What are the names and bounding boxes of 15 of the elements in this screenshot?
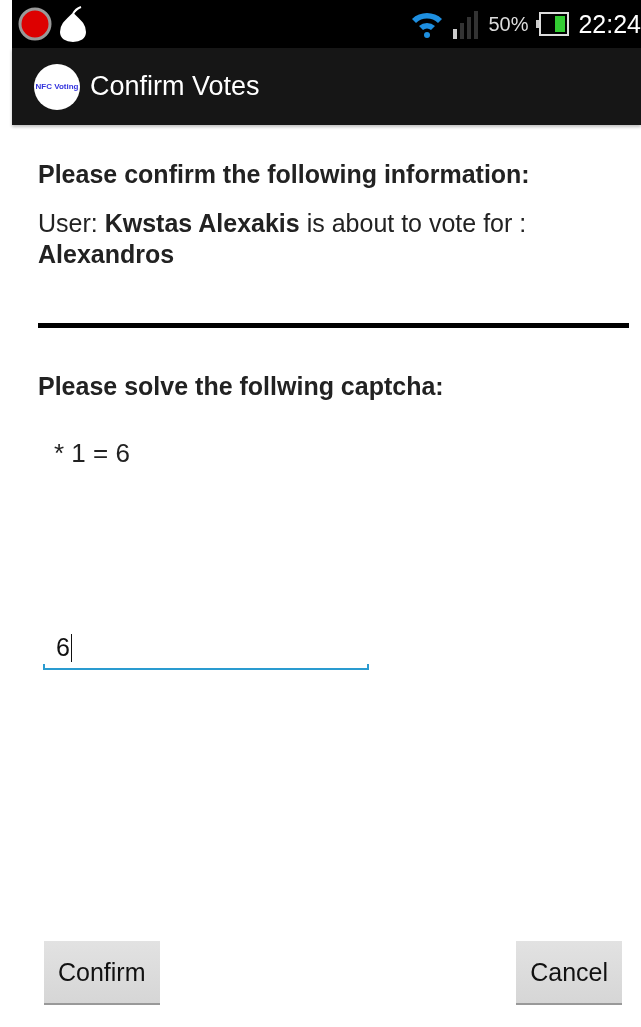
cancel-button[interactable]: Cancel xyxy=(516,941,622,1005)
record-icon xyxy=(18,7,52,41)
confirm-button[interactable]: Confirm xyxy=(44,941,160,1005)
screen-title: Confirm Votes xyxy=(90,71,260,102)
answer-field[interactable]: 6 xyxy=(43,632,369,670)
captcha-question: * 1 = 6 xyxy=(54,438,131,469)
vote-summary: User: Kwstas Alexakis is about to vote for : Alexandros xyxy=(38,208,528,270)
clock-time: 22:24 xyxy=(578,9,641,39)
onion-icon xyxy=(60,6,86,42)
app-logo: NFC Voting xyxy=(34,63,80,110)
confirm-heading: Please confirm the following information: xyxy=(38,159,531,190)
signal-icon xyxy=(452,9,481,39)
battery-icon xyxy=(536,11,571,37)
battery-percent: 50% xyxy=(488,12,529,36)
captcha-heading: Please solve the follwing captcha: xyxy=(38,371,445,402)
